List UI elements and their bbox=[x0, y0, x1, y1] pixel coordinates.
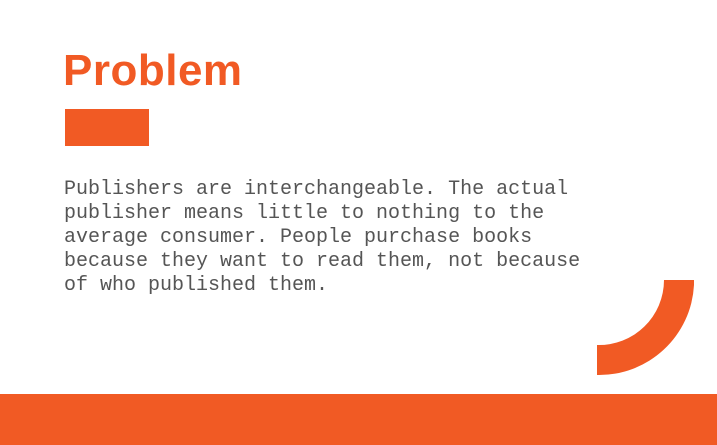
title-accent-bar bbox=[65, 109, 149, 146]
decorative-arc bbox=[597, 280, 694, 376]
footer-band bbox=[0, 394, 717, 445]
body-line: because they want to read them, not beca… bbox=[64, 250, 581, 273]
body-line: of who published them. bbox=[64, 274, 329, 297]
body-line: publisher means little to nothing to the bbox=[64, 202, 545, 225]
slide-body-text: Publishers are interchangeable. The actu… bbox=[64, 178, 664, 298]
slide-title: Problem bbox=[63, 46, 243, 95]
slide: Problem Publishers are interchangeable. … bbox=[0, 0, 717, 445]
body-line: average consumer. People purchase books bbox=[64, 226, 533, 249]
body-line: Publishers are interchangeable. The actu… bbox=[64, 178, 569, 201]
